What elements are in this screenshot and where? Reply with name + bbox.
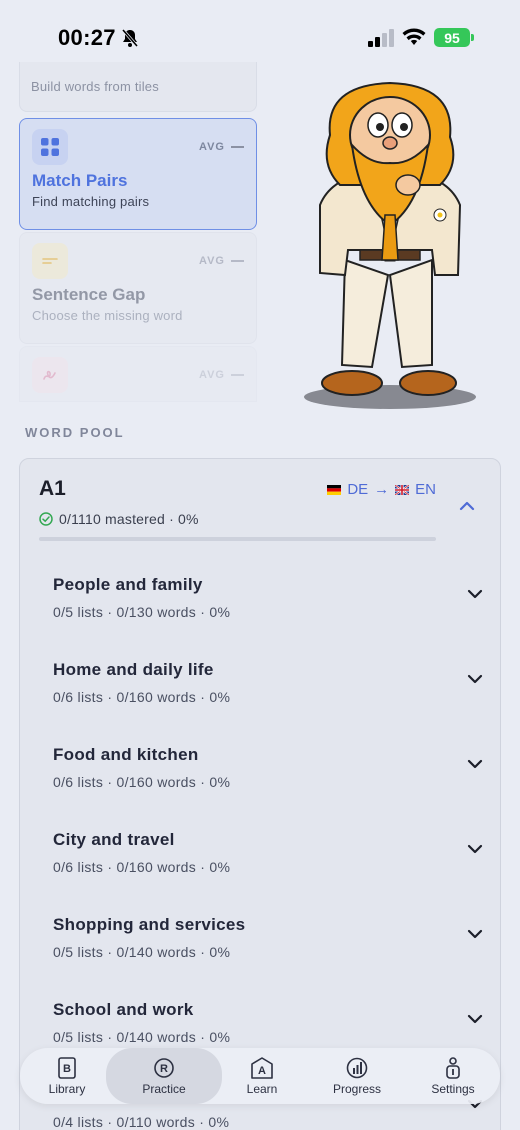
- topic-stats: 0/5 lists · 0/140 words · 0%: [53, 1029, 231, 1045]
- difficulty-badge: AVG: [199, 369, 244, 381]
- practice-icon: R: [154, 1057, 174, 1078]
- battery-tip: [471, 34, 474, 41]
- topic-stats: 0/6 lists · 0/160 words · 0%: [53, 774, 231, 790]
- mode-card-next[interactable]: AVG: [19, 346, 257, 402]
- difficulty-badge: AVG: [199, 141, 244, 153]
- mode-card-subtitle: Choose the missing word: [32, 308, 183, 323]
- chevron-down-icon[interactable]: [467, 589, 483, 599]
- battery-indicator: 95: [434, 28, 470, 47]
- topic-title: Home and daily life: [53, 660, 214, 679]
- nav-item-progress[interactable]: Progress: [312, 1048, 402, 1104]
- flag-de-icon: [327, 484, 342, 495]
- nav-item-settings[interactable]: Settings: [412, 1048, 494, 1104]
- mode-card-subtitle: Build words from tiles: [31, 79, 159, 94]
- chevron-down-icon[interactable]: [467, 929, 483, 939]
- mode-card-match-pairs[interactable]: AVG Match Pairs Find matching pairs: [19, 118, 257, 230]
- bell-muted-icon: [121, 29, 139, 47]
- mode-card-subtitle: Find matching pairs: [32, 194, 150, 209]
- book-icon: B: [58, 1056, 76, 1079]
- section-label-word-pool: WORD POOL: [25, 425, 125, 440]
- check-circle-icon: [39, 512, 53, 526]
- topic-title: City and travel: [53, 830, 175, 849]
- topic-title: School and work: [53, 1000, 194, 1019]
- mascot-illustration: [304, 81, 476, 409]
- squiggle-icon: [32, 357, 68, 393]
- level-progress-bar: [39, 537, 436, 541]
- settings-icon: [446, 1056, 460, 1079]
- language-pair: DE → EN: [327, 481, 436, 498]
- topic-row[interactable]: City and travel 0/6 lists · 0/160 words ·…: [53, 830, 483, 900]
- topic-row[interactable]: People and family 0/5 lists · 0/130 words…: [53, 575, 483, 645]
- mode-card-title: Sentence Gap: [32, 285, 146, 304]
- topic-row[interactable]: Food and kitchen 0/6 lists · 0/160 words …: [53, 745, 483, 815]
- nav-label: Practice: [142, 1081, 186, 1096]
- topic-stats: 0/6 lists · 0/160 words · 0%: [53, 859, 231, 875]
- word-pool-level-card: A1 DE → EN 0/1110 mastered · 0% People a…: [19, 458, 501, 1130]
- topic-title: People and family: [53, 575, 203, 594]
- topic-row[interactable]: Shopping and services 0/5 lists · 0/140 w…: [53, 915, 483, 985]
- nav-item-practice[interactable]: R Practice: [106, 1048, 222, 1104]
- nav-label: Library: [48, 1081, 86, 1096]
- chevron-down-icon[interactable]: [467, 1014, 483, 1024]
- chevron-down-icon[interactable]: [467, 844, 483, 854]
- topic-stats: 0/4 lists · 0/110 words · 0%: [53, 1114, 230, 1130]
- nav-label: Settings: [431, 1081, 475, 1096]
- chevron-up-icon[interactable]: [459, 501, 475, 511]
- progress-icon: [346, 1057, 368, 1078]
- arrow-right-icon: →: [374, 481, 390, 498]
- mastered-text: 0/1110 mastered · 0%: [59, 511, 199, 527]
- level-title: A1: [39, 477, 66, 500]
- grid-icon: [32, 129, 68, 165]
- mode-card-title: Match Pairs: [32, 171, 128, 190]
- mastered-summary: 0/1110 mastered · 0%: [39, 511, 199, 527]
- bottom-navigation: B Library R Practice A Learn Progress Se…: [20, 1048, 500, 1104]
- flag-gb-icon: [395, 484, 410, 495]
- signal-icon: [368, 29, 394, 47]
- topic-row[interactable]: Home and daily life 0/6 lists · 0/160 wor…: [53, 660, 483, 730]
- svg-text:R: R: [160, 1063, 168, 1075]
- chevron-down-icon[interactable]: [467, 759, 483, 769]
- topic-stats: 0/6 lists · 0/160 words · 0%: [53, 689, 231, 705]
- topic-title: Shopping and services: [53, 915, 246, 934]
- nav-item-library[interactable]: B Library: [28, 1048, 106, 1104]
- topic-title: Food and kitchen: [53, 745, 199, 764]
- difficulty-badge: AVG: [199, 255, 244, 267]
- wifi-icon: [402, 28, 426, 45]
- nav-label: Learn: [246, 1081, 278, 1096]
- learn-icon: A: [251, 1056, 273, 1079]
- target-language: EN: [415, 481, 436, 498]
- svg-text:A: A: [258, 1065, 266, 1077]
- text-gap-icon: [32, 243, 68, 279]
- topic-stats: 0/5 lists · 0/140 words · 0%: [53, 944, 231, 960]
- mode-card-sentence-gap[interactable]: AVG Sentence Gap Choose the missing word: [19, 232, 257, 344]
- status-bar: 00:27 95: [0, 0, 520, 70]
- status-time: 00:27: [58, 25, 116, 50]
- source-language: DE: [347, 481, 369, 498]
- svg-text:B: B: [63, 1063, 71, 1075]
- topic-stats: 0/5 lists · 0/130 words · 0%: [53, 604, 231, 620]
- chevron-down-icon[interactable]: [467, 674, 483, 684]
- nav-item-learn[interactable]: A Learn: [222, 1048, 302, 1104]
- nav-label: Progress: [332, 1081, 382, 1096]
